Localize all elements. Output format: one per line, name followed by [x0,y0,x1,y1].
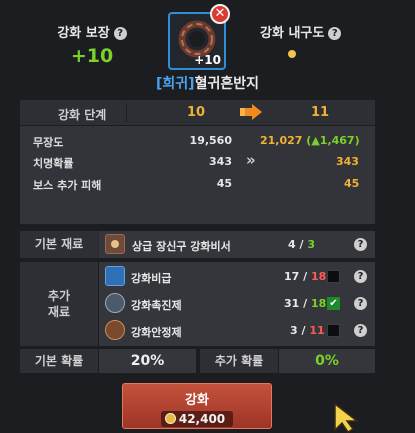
help-icon[interactable]: ? [354,238,367,251]
need-count: 18 [311,297,327,310]
stat-next-value: 21,027 [260,134,303,147]
item-name-row: [희귀]혈귀혼반지 [0,73,415,93]
book-icon [105,266,125,286]
enhance-button-label: 강화 [185,393,209,408]
base-material-row: 기본 재료 상급 장신구 강화비서 4 / 3 ? [20,231,375,258]
item-name: 혈귀혼반지 [194,76,259,92]
stat-name: 치명확률 [33,157,74,170]
stat-name: 무장도 [33,136,64,149]
guarantee-label: 강화 보장 [57,26,110,41]
scroll-book-icon [105,234,125,254]
list-item[interactable]: 강화촉진제 31 / 18 ✔ ? [105,293,370,315]
level-from: 10 [187,105,206,120]
need-count: 3 [307,238,315,251]
need-count: 18 [311,270,327,283]
durability-block: 강화 내구도? [260,22,356,58]
extra-material-label: 추가 재료 [47,289,71,319]
rates-row: 기본 확률 20% 추가 확률 0% [20,349,375,373]
divider [126,103,127,122]
extra-material-count: 31 / 18 [284,297,327,310]
stats-panel: 무장도 19,560 21,027 (▲1,467) 치명확률 343 » 34… [20,126,375,224]
have-count: 4 [288,238,296,251]
guarantee-block: 강화 보장? +10 [52,22,132,67]
extra-material-count: 17 / 18 [284,270,327,283]
have-count: 17 [284,270,300,283]
base-rate-label: 기본 확률 [20,349,98,373]
help-icon[interactable]: ? [354,297,367,310]
extra-rate-label: 추가 확률 [200,349,278,373]
need-count: 11 [309,324,325,337]
guarantee-value: +10 [70,45,114,67]
have-count: 31 [284,297,300,310]
extra-material-name: 강화안정제 [131,326,182,339]
durability-label-row: 강화 내구도? [260,22,356,41]
stat-current: 19,560 [189,134,232,147]
extra-materials: 추가 재료 강화비급 17 / 18 ? 강화촉진제 31 / 18 ✔ ? 강… [20,262,375,346]
stat-next: 21,027 (▲1,467) [260,134,360,147]
stat-next: 45 [344,177,360,190]
base-rate-value: 20% [99,349,196,373]
guarantee-label-row: 강화 보장? [52,22,132,41]
base-material-label: 기본 재료 [20,231,98,258]
have-count: 3 [290,324,298,337]
double-chevron-icon: » [246,151,256,169]
stat-diff: (▲1,467) [306,134,360,147]
list-item[interactable]: 강화안정제 3 / 11 ? [105,320,370,342]
bowl-icon [105,293,125,313]
base-material-name: 상급 장신구 강화비서 [132,240,231,253]
item-level-badge: +10 [194,53,221,67]
checkbox-checked[interactable]: ✔ [327,297,340,310]
help-icon[interactable]: ? [113,27,127,40]
extra-material-name: 강화촉진제 [131,299,182,312]
enhance-cost: 42,400 [160,411,234,427]
checkbox[interactable] [327,324,340,337]
cursor-icon [334,403,360,433]
checkbox[interactable] [327,270,340,283]
level-row: 강화 단계 10 11 [20,100,375,125]
stat-name: 보스 추가 피해 [33,179,102,192]
list-item[interactable]: 강화비급 17 / 18 ? [105,266,370,288]
extra-material-name: 강화비급 [131,272,172,285]
durability-dot [288,50,296,58]
stat-current: 45 [216,177,232,190]
item-rarity: [희귀] [156,76,195,92]
level-label: 강화 단계 [58,108,107,122]
extra-rate-value: 0% [279,349,375,373]
help-icon[interactable]: ? [354,324,367,337]
help-icon[interactable]: ? [328,27,342,40]
durability-label: 강화 내구도 [260,26,325,41]
arrow-right-icon [240,104,262,120]
close-icon[interactable]: ✕ [210,4,230,24]
bowl-icon [105,320,125,340]
help-icon[interactable]: ? [354,270,367,283]
stat-current: 343 [209,155,232,168]
base-material-count: 4 / 3 [288,238,315,251]
stat-next: 343 [336,155,359,168]
level-to: 11 [311,105,330,120]
extra-material-label-cell: 추가 재료 [20,262,98,346]
coin-icon [164,413,176,424]
enhance-button[interactable]: 강화 42,400 [122,383,272,429]
extra-material-count: 3 / 11 [290,324,325,337]
enhance-cost-value: 42,400 [178,412,226,426]
